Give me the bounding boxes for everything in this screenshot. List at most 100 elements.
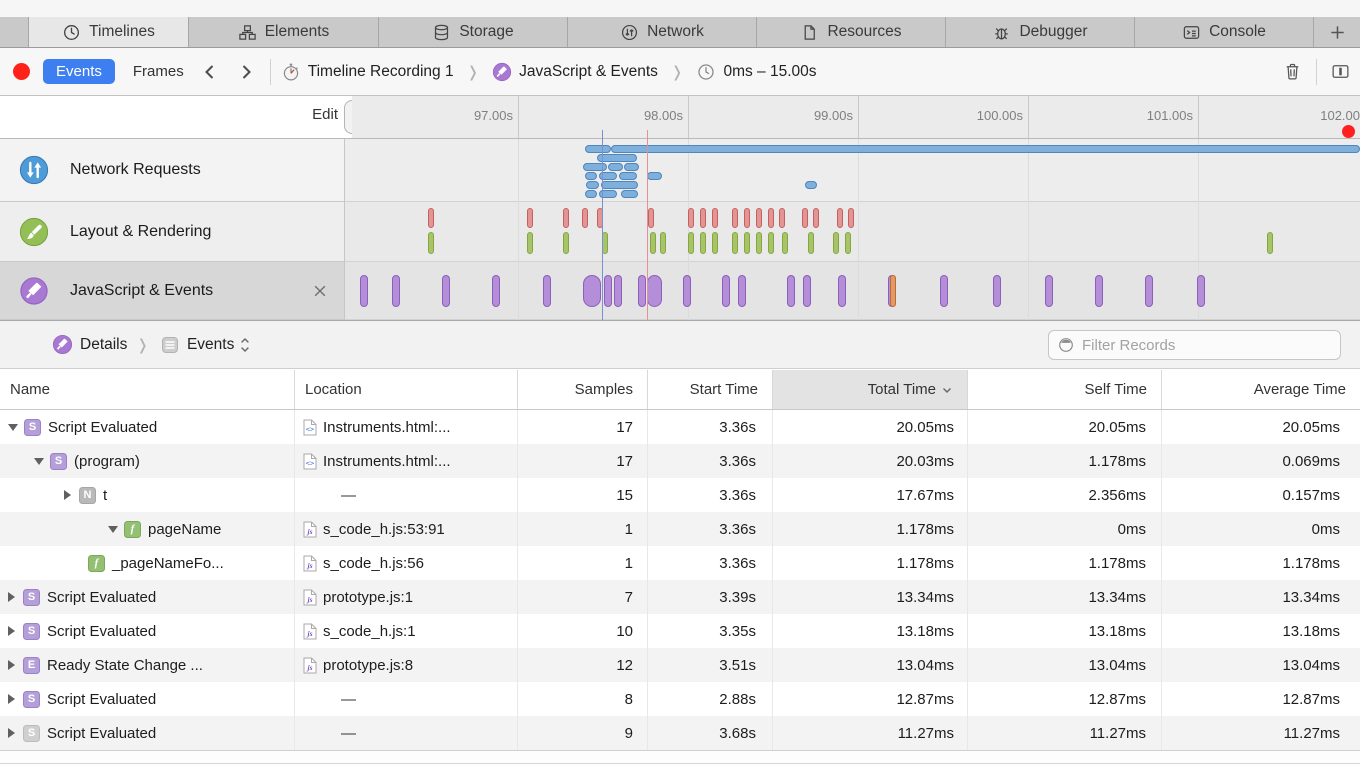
breadcrumb-item[interactable]: 0ms – 15.00s [696, 62, 816, 82]
column-header-location[interactable]: Location [295, 370, 518, 409]
table-row[interactable]: SScript Evaluated—93.68s11.27ms11.27ms11… [0, 716, 1360, 750]
breadcrumb-details[interactable]: Details [80, 336, 127, 354]
location-text[interactable]: Instruments.html:... [323, 453, 451, 470]
tab-elements[interactable]: Elements [188, 17, 378, 47]
table-row[interactable]: S(program)<>Instruments.html:...173.36s2… [0, 444, 1360, 478]
paint-event-pill[interactable] [756, 232, 762, 254]
paint-event-pill[interactable] [700, 232, 706, 254]
paint-event-pill[interactable] [650, 232, 656, 254]
location-text[interactable]: s_code_h.js:1 [323, 623, 416, 640]
network-request-bar[interactable] [583, 163, 607, 171]
script-event-pill[interactable] [492, 275, 500, 307]
table-row[interactable]: EReady State Change ...jsprototype.js:81… [0, 648, 1360, 682]
script-event-pill[interactable] [722, 275, 730, 307]
paint-event-pill[interactable] [833, 232, 839, 254]
network-request-bar[interactable] [597, 154, 637, 162]
network-request-bar[interactable] [805, 181, 817, 189]
location-text[interactable]: s_code_h.js:53:91 [323, 521, 445, 538]
details-sidebar-toggle-button[interactable] [1330, 61, 1351, 82]
layout-event-pill[interactable] [744, 208, 750, 228]
layout-event-pill[interactable] [802, 208, 808, 228]
chevron-up-down-icon[interactable] [234, 335, 251, 355]
column-header-start-time[interactable]: Start Time [648, 370, 773, 409]
location-text[interactable]: prototype.js:8 [323, 657, 413, 674]
script-event-pill[interactable] [1145, 275, 1153, 307]
paint-event-pill[interactable] [768, 232, 774, 254]
script-event-pill[interactable] [1045, 275, 1053, 307]
paint-event-pill[interactable] [808, 232, 814, 254]
layout-event-pill[interactable] [563, 208, 569, 228]
script-event-pill[interactable] [638, 275, 646, 307]
layout-event-pill[interactable] [768, 208, 774, 228]
location-text[interactable]: s_code_h.js:56 [323, 555, 424, 572]
disclosure-triangle[interactable] [8, 626, 15, 636]
layout-event-pill[interactable] [732, 208, 738, 228]
column-header-self-time[interactable]: Self Time [968, 370, 1162, 409]
script-event-block[interactable] [647, 275, 662, 307]
table-row[interactable]: SScript Evaluatedjsprototype.js:173.39s1… [0, 580, 1360, 614]
network-request-bar[interactable] [601, 181, 638, 189]
network-request-bar[interactable] [624, 163, 639, 171]
table-row[interactable]: Nt—153.36s17.67ms2.356ms0.157ms [0, 478, 1360, 512]
script-event-pill[interactable] [993, 275, 1001, 307]
table-row[interactable]: f_pageNameFo...jss_code_h.js:5613.36s1.1… [0, 546, 1360, 580]
script-event-pill[interactable] [543, 275, 551, 307]
network-request-bar[interactable] [611, 145, 1360, 153]
network-request-bar[interactable] [585, 190, 597, 198]
script-event-pill[interactable] [604, 275, 612, 307]
tab-timelines[interactable]: Timelines [28, 17, 188, 47]
disclosure-triangle[interactable] [8, 424, 18, 431]
network-request-bar[interactable] [619, 172, 637, 180]
paint-event-pill[interactable] [732, 232, 738, 254]
network-request-bar[interactable] [586, 181, 599, 189]
time-ruler[interactable]: 97.00s98.00s99.00s100.00s101.00s102.00 [352, 96, 1360, 138]
layout-event-pill[interactable] [428, 208, 434, 228]
script-event-block[interactable] [583, 275, 601, 307]
network-request-bar[interactable] [608, 163, 623, 171]
script-event-pill[interactable] [360, 275, 368, 307]
script-event-pill[interactable] [738, 275, 746, 307]
paint-event-pill[interactable] [688, 232, 694, 254]
breadcrumb-item[interactable]: Timeline Recording 1 [281, 62, 454, 82]
paint-event-pill[interactable] [744, 232, 750, 254]
layout-event-pill[interactable] [688, 208, 694, 228]
disclosure-triangle[interactable] [8, 694, 15, 704]
network-request-bar[interactable] [585, 145, 611, 153]
script-event-pill[interactable] [787, 275, 795, 307]
tab-debugger[interactable]: Debugger [945, 17, 1134, 47]
layout-event-pill[interactable] [582, 208, 588, 228]
close-timeline-button[interactable] [310, 281, 330, 301]
layout-event-pill[interactable] [779, 208, 785, 228]
layout-event-pill[interactable] [756, 208, 762, 228]
layout-event-pill[interactable] [648, 208, 654, 228]
network-request-bar[interactable] [585, 172, 597, 180]
table-row[interactable]: SScript Evaluatedjss_code_h.js:1103.35s1… [0, 614, 1360, 648]
paint-event-pill[interactable] [527, 232, 533, 254]
record-button[interactable] [13, 63, 30, 80]
timeline-row-javascript-events[interactable]: JavaScript & Events [0, 262, 345, 320]
network-request-bar[interactable] [647, 172, 662, 180]
paint-event-pill[interactable] [712, 232, 718, 254]
view-mode-events-button[interactable]: Events [43, 59, 115, 84]
disclosure-triangle[interactable] [108, 526, 118, 533]
disclosure-triangle[interactable] [8, 592, 15, 602]
layout-event-pill[interactable] [813, 208, 819, 228]
paint-event-pill[interactable] [563, 232, 569, 254]
location-text[interactable]: Instruments.html:... [323, 419, 451, 436]
script-event-pill[interactable] [683, 275, 691, 307]
table-row[interactable]: SScript Evaluated<>Instruments.html:...1… [0, 410, 1360, 444]
column-header-total-time[interactable]: Total Time [773, 370, 968, 409]
tab-console[interactable]: Console [1134, 17, 1313, 47]
network-request-bar[interactable] [621, 190, 638, 198]
layout-event-pill[interactable] [700, 208, 706, 228]
script-event-pill[interactable] [442, 275, 450, 307]
tab-storage[interactable]: Storage [378, 17, 567, 47]
view-selector-events[interactable]: Events [187, 336, 234, 354]
timeline-graph-area[interactable] [345, 139, 1360, 320]
script-event-pill[interactable] [614, 275, 622, 307]
script-event-pill[interactable] [803, 275, 811, 307]
history-back-button[interactable] [200, 62, 220, 82]
table-row[interactable]: SScript Evaluated—82.88s12.87ms12.87ms12… [0, 682, 1360, 716]
disclosure-triangle[interactable] [34, 458, 44, 465]
history-forward-button[interactable] [236, 62, 256, 82]
